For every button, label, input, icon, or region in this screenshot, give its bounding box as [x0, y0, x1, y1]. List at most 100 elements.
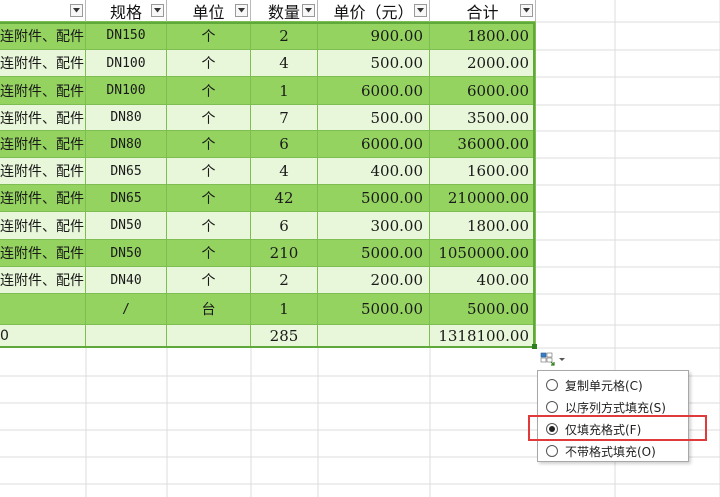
cell-unit-price[interactable]: 6000.00	[318, 131, 430, 158]
cell-quantity[interactable]: 7	[251, 105, 318, 131]
cell-spec[interactable]: /	[86, 294, 167, 325]
cell-total[interactable]: 6000.00	[430, 77, 536, 105]
menu-item-fill-series[interactable]: 以序列方式填充(S)	[538, 396, 688, 418]
cell-unit-price[interactable]: 900.00	[318, 22, 430, 50]
summary-cell-unit[interactable]	[167, 325, 251, 348]
cell-quantity[interactable]: 2	[251, 267, 318, 294]
column-header-quantity[interactable]: 数量	[251, 0, 318, 22]
summary-cell-quantity[interactable]: 285	[251, 325, 318, 348]
cell-spec[interactable]: DN150	[86, 22, 167, 50]
cell-spec[interactable]: DN65	[86, 185, 167, 212]
filter-dropdown-icon[interactable]	[70, 4, 83, 17]
cell-total[interactable]: 2000.00	[430, 50, 536, 77]
cell-unit[interactable]: 个	[167, 267, 251, 294]
cell-total[interactable]: 1600.00	[430, 158, 536, 185]
cell-spec-text: DN65	[110, 190, 142, 206]
cell-total[interactable]: 5000.00	[430, 294, 536, 325]
radio-copy-cells[interactable]	[546, 379, 558, 391]
cell-spec[interactable]: DN50	[86, 240, 167, 267]
cell-unit[interactable]: 台	[167, 294, 251, 325]
cell-item-name[interactable]: 连附件、配件	[0, 105, 86, 131]
cell-unit-price[interactable]: 5000.00	[318, 185, 430, 212]
radio-fill-series[interactable]	[546, 401, 558, 413]
cell-total[interactable]: 1050000.00	[430, 240, 536, 267]
cell-unit-price[interactable]: 400.00	[318, 158, 430, 185]
cell-unit-price-text: 5000.00	[360, 189, 423, 207]
cell-quantity[interactable]: 1	[251, 77, 318, 105]
cell-unit[interactable]: 个	[167, 131, 251, 158]
radio-fill-formatting-only[interactable]	[546, 423, 558, 435]
cell-unit-price[interactable]: 5000.00	[318, 294, 430, 325]
cell-item-name[interactable]: 连附件、配件	[0, 158, 86, 185]
cell-spec[interactable]: DN50	[86, 212, 167, 240]
filter-dropdown-icon[interactable]	[414, 4, 427, 17]
cell-spec[interactable]: DN65	[86, 158, 167, 185]
filter-dropdown-icon[interactable]	[520, 4, 533, 17]
menu-item-label: 复制单元格(C)	[565, 378, 643, 393]
cell-unit[interactable]: 个	[167, 22, 251, 50]
cell-unit-price-text: 900.00	[370, 26, 424, 45]
filter-dropdown-icon[interactable]	[151, 4, 164, 17]
cell-unit[interactable]: 个	[167, 77, 251, 105]
radio-fill-without-formatting[interactable]	[546, 445, 558, 457]
cell-quantity[interactable]: 42	[251, 185, 318, 212]
column-header-unit-price[interactable]: 单价（元）	[318, 0, 430, 22]
cell-unit[interactable]: 个	[167, 50, 251, 77]
cell-unit-price[interactable]: 200.00	[318, 267, 430, 294]
cell-total[interactable]: 3500.00	[430, 105, 536, 131]
cell-unit-price[interactable]: 300.00	[318, 212, 430, 240]
cell-item-name[interactable]	[0, 294, 86, 325]
cell-total[interactable]: 1800.00	[430, 212, 536, 240]
cell-item-name[interactable]: 连附件、配件	[0, 131, 86, 158]
autofill-options-icon	[540, 352, 565, 366]
summary-cell-total[interactable]: 1318100.00	[430, 325, 536, 348]
cell-unit-price[interactable]: 500.00	[318, 105, 430, 131]
cell-quantity[interactable]: 210	[251, 240, 318, 267]
cell-quantity[interactable]: 4	[251, 158, 318, 185]
cell-spec[interactable]: DN80	[86, 131, 167, 158]
cell-unit[interactable]: 个	[167, 212, 251, 240]
cell-unit-price[interactable]: 500.00	[318, 50, 430, 77]
column-header-item-name[interactable]	[0, 0, 86, 22]
cell-spec[interactable]: DN100	[86, 77, 167, 105]
filter-dropdown-icon[interactable]	[235, 4, 248, 17]
cell-spec[interactable]: DN80	[86, 105, 167, 131]
autofill-options-button[interactable]	[538, 350, 570, 368]
cell-unit-text: 个	[201, 191, 216, 207]
cell-item-name[interactable]: 连附件、配件	[0, 267, 86, 294]
cell-total[interactable]: 36000.00	[430, 131, 536, 158]
menu-item-copy-cells[interactable]: 复制单元格(C)	[538, 374, 688, 396]
menu-item-fill-formatting-only[interactable]: 仅填充格式(F)	[538, 418, 688, 440]
menu-item-fill-without-formatting[interactable]: 不带格式填充(O)	[538, 440, 688, 462]
cell-spec[interactable]: DN100	[86, 50, 167, 77]
cell-quantity[interactable]: 6	[251, 131, 318, 158]
summary-cell-spec[interactable]	[86, 325, 167, 348]
cell-total[interactable]: 400.00	[430, 267, 536, 294]
cell-item-name[interactable]: 连附件、配件	[0, 185, 86, 212]
cell-item-name[interactable]: 连附件、配件	[0, 240, 86, 267]
cell-item-name[interactable]: 连附件、配件	[0, 50, 86, 77]
fill-handle[interactable]	[532, 344, 537, 349]
cell-spec[interactable]: DN40	[86, 267, 167, 294]
column-header-unit[interactable]: 单位	[167, 0, 251, 22]
cell-unit[interactable]: 个	[167, 158, 251, 185]
cell-unit[interactable]: 个	[167, 240, 251, 267]
cell-total[interactable]: 1800.00	[430, 22, 536, 50]
cell-unit[interactable]: 个	[167, 105, 251, 131]
cell-unit[interactable]: 个	[167, 185, 251, 212]
cell-total[interactable]: 210000.00	[430, 185, 536, 212]
cell-unit-price[interactable]: 6000.00	[318, 77, 430, 105]
cell-quantity[interactable]: 6	[251, 212, 318, 240]
cell-quantity[interactable]: 1	[251, 294, 318, 325]
column-header-spec[interactable]: 规格	[86, 0, 167, 22]
cell-unit-price[interactable]: 5000.00	[318, 240, 430, 267]
column-header-total[interactable]: 合计	[430, 0, 536, 22]
cell-item-name[interactable]: 连附件、配件	[0, 22, 86, 50]
cell-item-name[interactable]: 连附件、配件	[0, 212, 86, 240]
filter-dropdown-icon[interactable]	[302, 4, 315, 17]
summary-cell-unit-price[interactable]	[318, 325, 430, 348]
cell-quantity[interactable]: 2	[251, 22, 318, 50]
cell-quantity[interactable]: 4	[251, 50, 318, 77]
summary-cell-item-name[interactable]: 0	[0, 325, 86, 348]
cell-item-name[interactable]: 连附件、配件	[0, 77, 86, 105]
